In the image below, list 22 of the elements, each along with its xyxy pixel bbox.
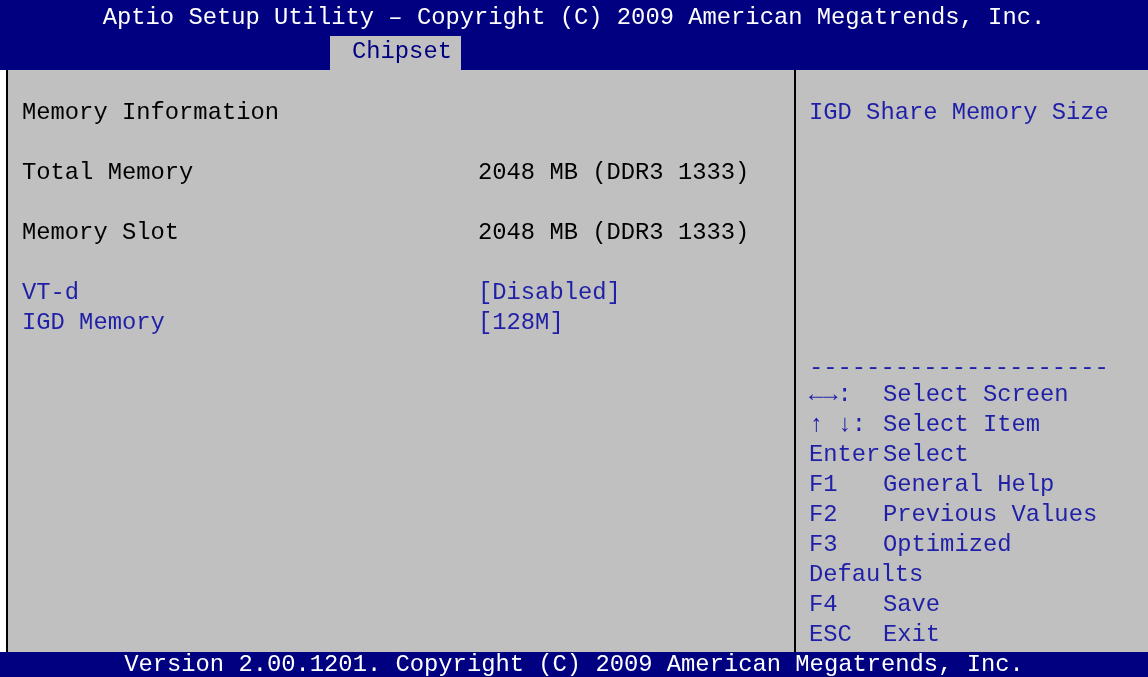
info-value: 2048 MB (DDR3 1333): [478, 158, 750, 188]
setting-value[interactable]: [Disabled]: [478, 278, 621, 308]
version-footer: Version 2.00.1201. Copyright (C) 2009 American Megatrends, Inc.: [0, 652, 1148, 677]
key-hint: F1 General Help: [809, 470, 1056, 500]
key-hint: F3 Optimized Defaults: [809, 530, 1013, 590]
info-value: 2048 MB (DDR3 1333): [478, 218, 750, 248]
section-heading: Memory Information: [22, 98, 280, 128]
window-title: Aptio Setup Utility – Copyright (C) 2009 American Megatrends, Inc.: [101, 3, 1047, 33]
key-hint: F4 Save: [809, 590, 942, 620]
setting-label[interactable]: IGD Memory: [22, 309, 165, 336]
info-label: Memory Slot: [22, 219, 180, 246]
setting-label[interactable]: VT-d: [22, 279, 80, 306]
key-hint: ←→: Select Screen: [809, 380, 1070, 410]
key-hint: ESC Exit: [809, 620, 942, 650]
key-hint: Enter Select: [809, 440, 970, 470]
info-label: Total Memory: [22, 159, 194, 186]
key-hint: F2 Previous Values: [809, 500, 1099, 530]
setting-value[interactable]: [128M]: [478, 308, 564, 338]
tab[interactable]: Chipset: [330, 36, 461, 70]
separator-line: ---------------------: [809, 354, 1109, 381]
help-text: IGD Share Memory Size: [809, 99, 1109, 126]
key-hint: ↑ ↓: Select Item: [809, 410, 1042, 440]
